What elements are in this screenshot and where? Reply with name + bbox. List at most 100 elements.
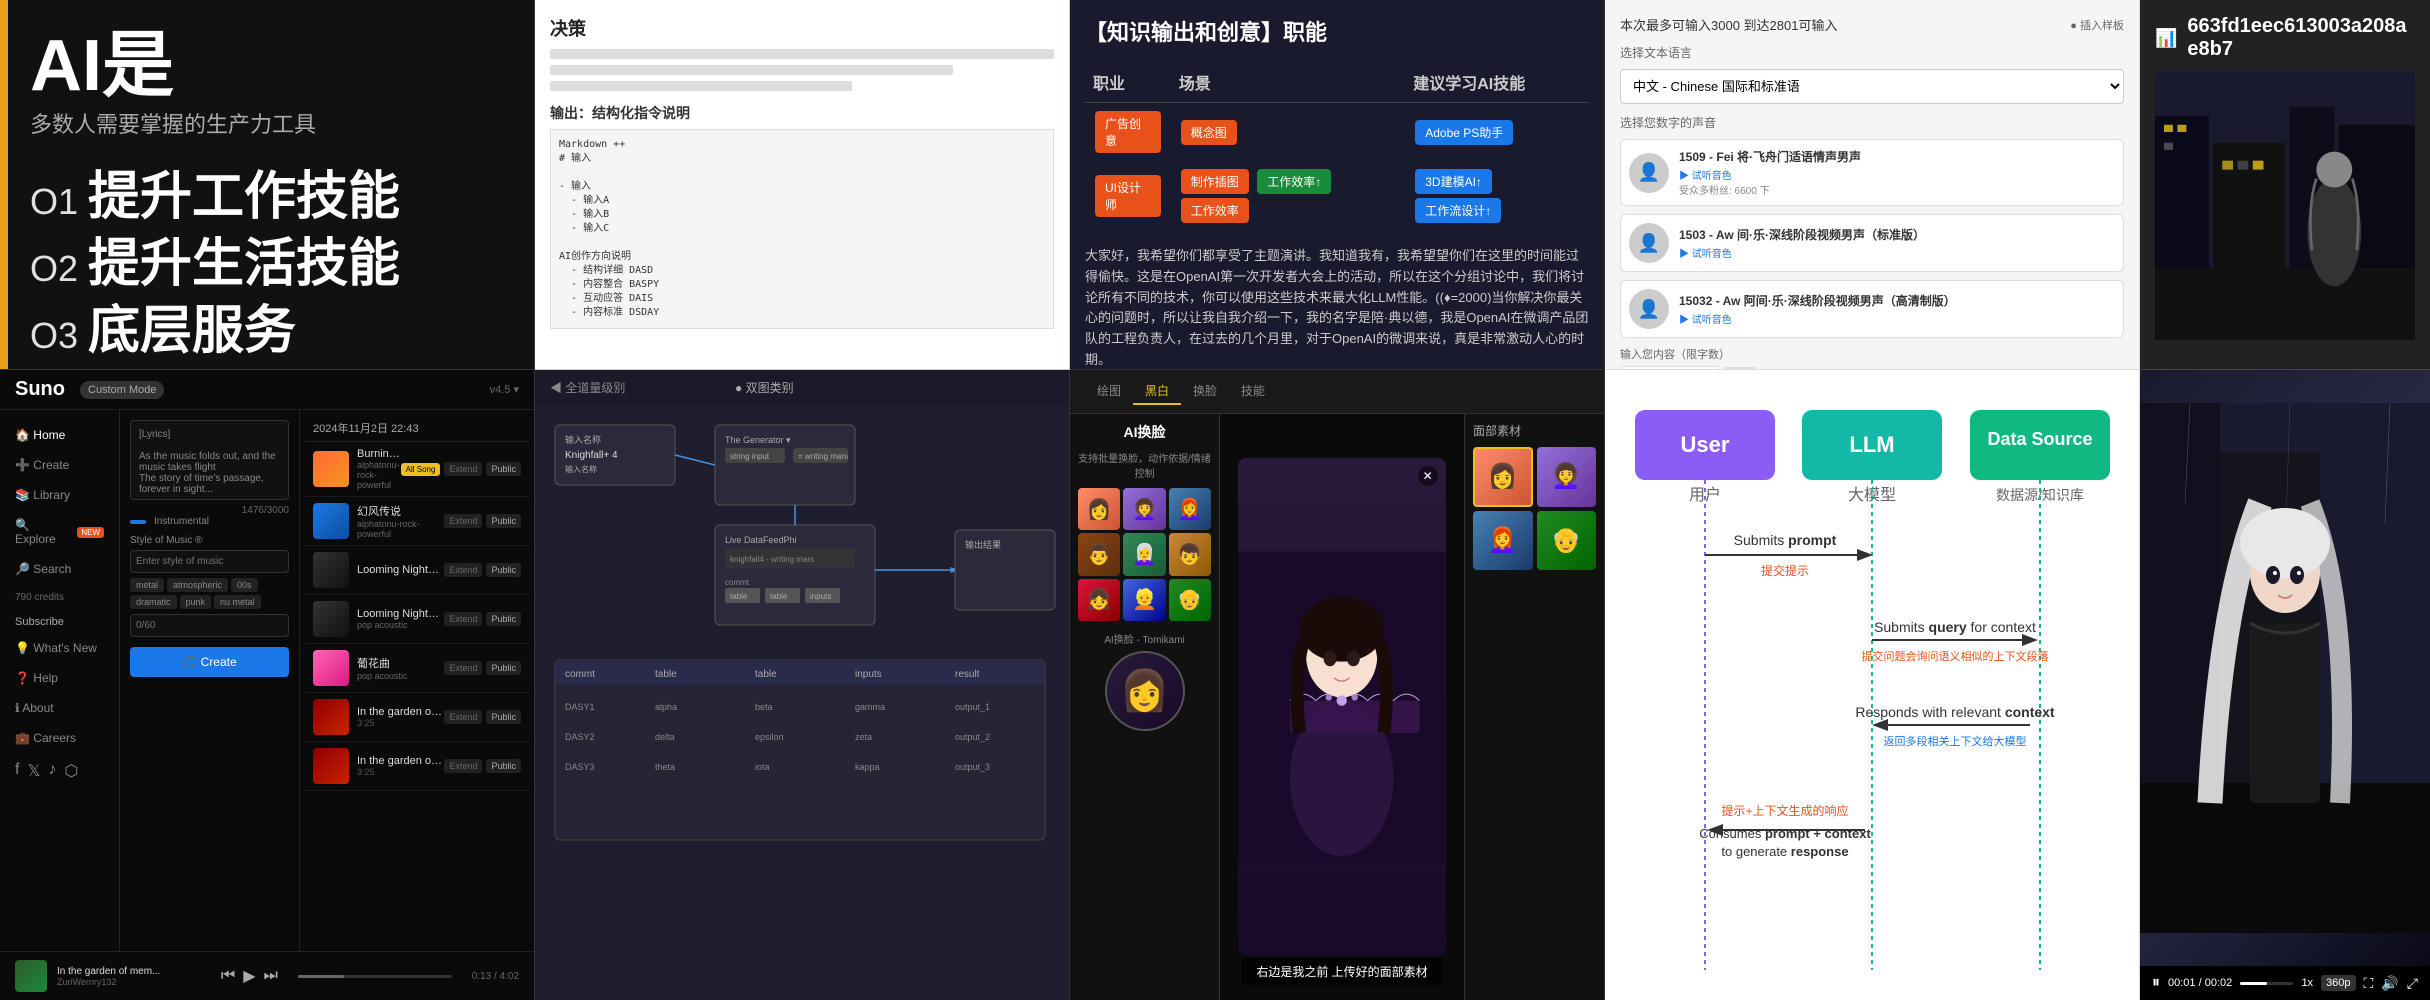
tag-00s[interactable]: 00s: [231, 578, 258, 592]
face-thumb-6[interactable]: 👦: [1169, 533, 1211, 575]
facebook-icon[interactable]: f: [15, 761, 19, 781]
face-close-button[interactable]: ✕: [1418, 466, 1438, 486]
track-extend-2[interactable]: Extend: [444, 514, 482, 528]
suno-track-2[interactable]: 幻风传说 alphatonu-rock-powerful Extend Publ…: [305, 497, 529, 546]
svg-text:= writing mars: = writing mars: [798, 452, 848, 461]
expand-icon[interactable]: ⤢: [2407, 975, 2418, 992]
video-speed[interactable]: 1x: [2301, 977, 2313, 989]
track-public-1[interactable]: Public: [486, 462, 521, 476]
track-extend-7[interactable]: Extend: [444, 759, 482, 773]
suno-lyrics-area[interactable]: [Lyrics] As the music folds out, and the…: [130, 420, 289, 500]
face-tab-settings[interactable]: 换脸: [1181, 378, 1229, 405]
track-extend-1[interactable]: Extend: [444, 462, 482, 476]
track-extend-4[interactable]: Extend: [444, 612, 482, 626]
video-progress-bar[interactable]: [2240, 982, 2293, 985]
voice-play-3[interactable]: ▶ 试听音色: [1679, 311, 2115, 326]
face-sidebar: AI换脸 支持批量换脸，动作依据/情绪控制 👩 👩‍🦱 👩‍🦰 👨 👩‍🦳 👦 …: [1070, 414, 1220, 1000]
suno-nav-whatsnew[interactable]: 💡 What's New: [0, 633, 119, 663]
doc-section: 输出：结构化指令说明 Markdown ++ # 输入 - 输入 - 输入A -…: [550, 103, 1054, 329]
track-public-7[interactable]: Public: [486, 759, 521, 773]
suno-play-button[interactable]: ▶: [243, 966, 255, 986]
video-play-button[interactable]: ⏸: [2152, 974, 2160, 992]
doc-line: [550, 65, 953, 75]
suno-nav-about[interactable]: ℹ About: [0, 693, 119, 723]
face-right-thumb-3[interactable]: 👩‍🦰: [1473, 511, 1533, 571]
suno-mode[interactable]: Custom Mode: [80, 381, 164, 399]
video-current-time: 00:01 / 00:02: [2168, 977, 2232, 989]
suno-style-input[interactable]: [130, 550, 289, 573]
suno-nav-home[interactable]: 🏠 Home: [0, 420, 119, 450]
voice-header: 本次最多可输入3000 到达2801可输入 ● 插入样板: [1620, 15, 2124, 34]
svg-text:Live DataFeedPhi: Live DataFeedPhi: [725, 535, 797, 545]
suno-track-3[interactable]: Looming Nightmares Extend Public: [305, 546, 529, 595]
track-public-6[interactable]: Public: [486, 710, 521, 724]
suno-subscribe[interactable]: Subscribe: [0, 611, 119, 633]
suno-track-6[interactable]: In the garden of memories, where tim... …: [305, 693, 529, 742]
suno-title-input[interactable]: [130, 614, 289, 637]
tag-dramatic[interactable]: dramatic: [130, 595, 177, 609]
suno-content: 🏠 Home ➕ Create 📚 Library 🔍 Explore NEW …: [0, 410, 534, 951]
face-tab-active[interactable]: 黑白: [1133, 378, 1181, 405]
suno-nav-search[interactable]: 🔎 Search: [0, 554, 119, 584]
face-right-thumb-1[interactable]: 👩: [1473, 447, 1533, 507]
suno-track-1[interactable]: Burning Warrior alphatonu-rock-powerful …: [305, 442, 529, 497]
suno-version[interactable]: v4.5 ▾: [490, 383, 519, 396]
face-tab-other[interactable]: 技能: [1229, 378, 1277, 405]
svg-text:knighfall4 - writing mars: knighfall4 - writing mars: [730, 555, 814, 564]
voice-play-1[interactable]: ▶ 试听音色: [1679, 167, 2115, 182]
face-right-thumb-4[interactable]: 👴: [1537, 511, 1597, 571]
fullscreen-icon[interactable]: ⛶: [2364, 975, 2374, 992]
face-thumb-5[interactable]: 👩‍🦳: [1123, 533, 1165, 575]
ai-panel: AI是 多数人需要掌握的生产力工具 O1 提升工作技能 O2 提升生活技能 O3…: [0, 0, 535, 370]
face-thumb-2[interactable]: 👩‍🦱: [1123, 488, 1165, 530]
tag-metal[interactable]: metal: [130, 578, 164, 592]
face-thumb-8[interactable]: 👱: [1123, 579, 1165, 621]
video-quality[interactable]: 360p: [2321, 975, 2355, 991]
suno-credits: 790 credits: [0, 584, 119, 611]
suno-track-5[interactable]: 葡花曲 pop acoustic Extend Public: [305, 644, 529, 693]
suno-create-button[interactable]: 🎵 Create: [130, 647, 289, 677]
svg-text:Responds with relevant context: Responds with relevant context: [1855, 704, 2055, 720]
tag-atmospheric[interactable]: atmospheric: [167, 578, 228, 592]
track-public-5[interactable]: Public: [486, 661, 521, 675]
suno-nav-careers[interactable]: 💼 Careers: [0, 723, 119, 753]
suno-next-button[interactable]: ⏭: [264, 967, 278, 985]
suno-nav-explore[interactable]: 🔍 Explore NEW: [0, 510, 119, 554]
face-thumb-7[interactable]: 👧: [1078, 579, 1120, 621]
track-extend-3[interactable]: Extend: [444, 563, 482, 577]
svg-text:Knighfall+ 4: Knighfall+ 4: [565, 450, 618, 461]
suno-prev-button[interactable]: ⏮: [221, 967, 235, 985]
volume-icon[interactable]: 🔊: [2381, 975, 2398, 992]
face-thumb-3[interactable]: 👩‍🦰: [1169, 488, 1211, 530]
doc-title: 决策: [550, 15, 1054, 41]
track-extend-5[interactable]: Extend: [444, 661, 482, 675]
upload-sample-button[interactable]: ● 插入样板: [2070, 17, 2124, 33]
track-public-2[interactable]: Public: [486, 514, 521, 528]
track-public-4[interactable]: Public: [486, 612, 521, 626]
suno-progress-bar[interactable]: [298, 975, 452, 978]
twitter-icon[interactable]: 𝕏: [27, 761, 40, 781]
suno-left-panel: [Lyrics] As the music folds out, and the…: [120, 410, 300, 951]
voice-play-2[interactable]: ▶ 试听音色: [1679, 245, 2115, 260]
suno-nav-create[interactable]: ➕ Create: [0, 450, 119, 480]
track-extend-6[interactable]: Extend: [444, 710, 482, 724]
tag-punk[interactable]: punk: [180, 595, 212, 609]
suno-nav-help[interactable]: ❓ Help: [0, 663, 119, 693]
svg-text:zeta: zeta: [855, 732, 872, 742]
suno-track-4[interactable]: Looming Nightmares pop acoustic Extend P…: [305, 595, 529, 644]
discord-icon[interactable]: ⬡: [64, 761, 78, 781]
face-thumb-1[interactable]: 👩: [1078, 488, 1120, 530]
suno-nav-library[interactable]: 📚 Library: [0, 480, 119, 510]
suno-track-7[interactable]: In the garden of memories, where tim... …: [305, 742, 529, 791]
face-thumb-9[interactable]: 👴: [1169, 579, 1211, 621]
face-thumb-4[interactable]: 👨: [1078, 533, 1120, 575]
face-tab-preview[interactable]: 绘图: [1085, 378, 1133, 405]
video-player: [2140, 370, 2430, 966]
track-thumb-5: [313, 650, 349, 686]
language-select[interactable]: 中文 - Chinese 国际和标准语: [1620, 69, 2124, 104]
face-right-thumb-2[interactable]: 👩‍🦱: [1537, 447, 1597, 507]
tag-nu-metal[interactable]: nu metal: [214, 595, 261, 609]
track-public-3[interactable]: Public: [486, 563, 521, 577]
suno-instrumental-toggle[interactable]: [130, 520, 146, 524]
tiktok-icon[interactable]: ♪: [48, 761, 56, 781]
